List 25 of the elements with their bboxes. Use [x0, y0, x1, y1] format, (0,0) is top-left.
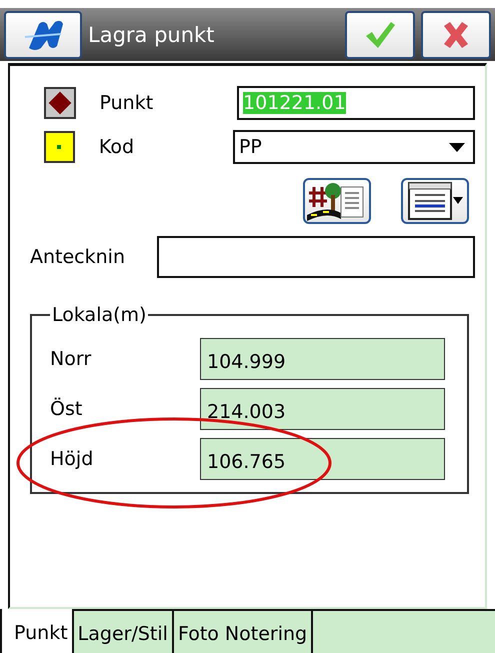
coordinate-field: 214.003: [200, 388, 445, 430]
code-dropdown[interactable]: PP: [232, 130, 475, 164]
note-field[interactable]: [157, 236, 475, 278]
tab[interactable]: Punkt: [0, 609, 74, 653]
coordinate-field: 104.999: [200, 338, 445, 380]
dropdown-arrow-icon: [449, 142, 465, 152]
tab[interactable]: Lager/Stil: [74, 611, 174, 653]
group-title: Lokala(m): [51, 304, 148, 326]
field-label: Kod: [98, 136, 136, 158]
list-menu-button[interactable]: [401, 178, 469, 224]
tab[interactable]: Foto Notering: [174, 611, 314, 653]
point-symbol-icon[interactable]: [44, 87, 76, 119]
coordinate-label: Öst: [50, 398, 84, 420]
feature-library-button[interactable]: [303, 178, 371, 224]
app-menu-button[interactable]: [4, 10, 82, 58]
window-title: Lagra punkt: [88, 22, 216, 46]
ok-button[interactable]: [345, 10, 415, 58]
field-label: Punkt: [100, 92, 154, 114]
window-list-icon: [407, 181, 463, 221]
coordinate-label: Höjd: [50, 448, 94, 470]
cancel-button[interactable]: [421, 10, 491, 58]
note-label: Antecknin: [30, 246, 126, 268]
coordinate-field: 106.765: [200, 438, 445, 480]
code-symbol-icon[interactable]: [44, 131, 75, 163]
coordinate-label: Norr: [50, 348, 92, 370]
